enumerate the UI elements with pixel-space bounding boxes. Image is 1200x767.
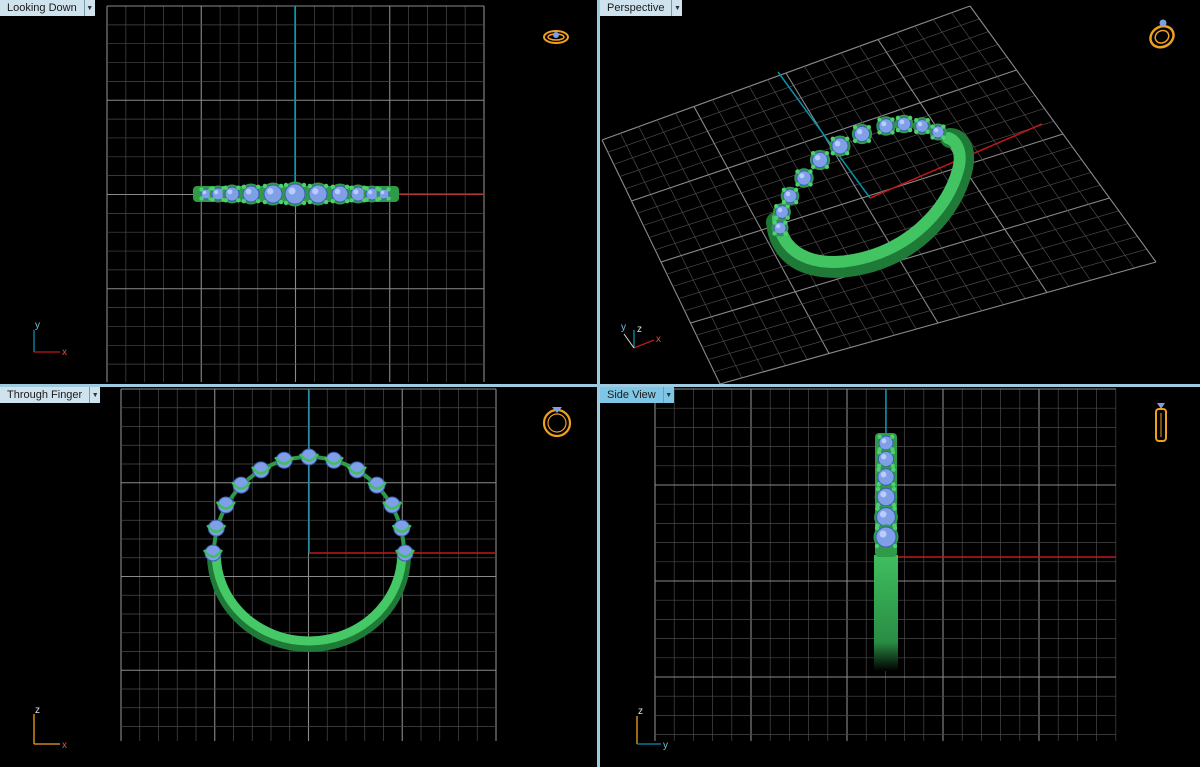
triad-label-vertical: z [637, 324, 642, 335]
viewport-looking-down[interactable]: Looking Down ▼ y x [0, 0, 597, 384]
ring-model[interactable] [873, 433, 899, 671]
viewport-perspective[interactable]: Perspective ▼ z x y [600, 0, 1200, 384]
viewport-label-perspective[interactable]: Perspective ▼ [600, 0, 683, 16]
ring-model[interactable] [766, 114, 975, 278]
axis-triad: z y [636, 706, 668, 751]
perspective-scene: z x y [601, 5, 1178, 384]
viewport-title[interactable]: Through Finger [0, 387, 90, 403]
viewport-title[interactable]: Side View [600, 387, 663, 403]
ring-side-view-icon[interactable] [1155, 403, 1167, 442]
ring-front-view-icon[interactable] [542, 407, 572, 438]
ring-shank-side [874, 555, 898, 671]
viewport-label-through-finger[interactable]: Through Finger ▼ [0, 387, 101, 403]
viewport-menu-chevron-icon[interactable]: ▼ [89, 387, 101, 403]
axis-triad: y x [33, 320, 67, 358]
top-view-scene: y x [33, 5, 569, 382]
side-view-scene: z y [636, 388, 1167, 751]
viewport-title[interactable]: Perspective [600, 0, 672, 16]
viewport-menu-chevron-icon[interactable]: ▼ [671, 0, 683, 16]
front-view-scene: z x [33, 388, 572, 751]
ring-perspective-icon[interactable] [1147, 19, 1178, 52]
triad-label-horizontal: x [62, 347, 67, 358]
viewport-menu-chevron-icon[interactable]: ▼ [662, 387, 674, 403]
axis-triad: z x y [621, 322, 661, 349]
triad-label-depth: y [621, 322, 626, 333]
triad-label-horizontal: x [656, 334, 661, 345]
triad-label-horizontal: x [62, 740, 67, 751]
ring-top-view-icon[interactable] [543, 30, 569, 44]
triad-label-horizontal: y [663, 740, 668, 751]
grid [601, 5, 1157, 384]
triad-label-vertical: z [35, 705, 40, 716]
ring-model[interactable] [193, 181, 399, 207]
viewport-label-looking-down[interactable]: Looking Down ▼ [0, 0, 95, 16]
viewport-through-finger[interactable]: Through Finger ▼ z x [0, 387, 597, 767]
viewport-label-side-view[interactable]: Side View ▼ [600, 387, 674, 403]
gem-row [198, 181, 392, 207]
viewport-title[interactable]: Looking Down [0, 0, 84, 16]
viewport-menu-chevron-icon[interactable]: ▼ [83, 0, 95, 16]
axis-triad: z x [33, 705, 67, 751]
viewport-side-view[interactable]: Side View ▼ z y [600, 387, 1200, 767]
triad-label-vertical: z [638, 706, 643, 717]
triad-label-vertical: y [35, 320, 40, 331]
